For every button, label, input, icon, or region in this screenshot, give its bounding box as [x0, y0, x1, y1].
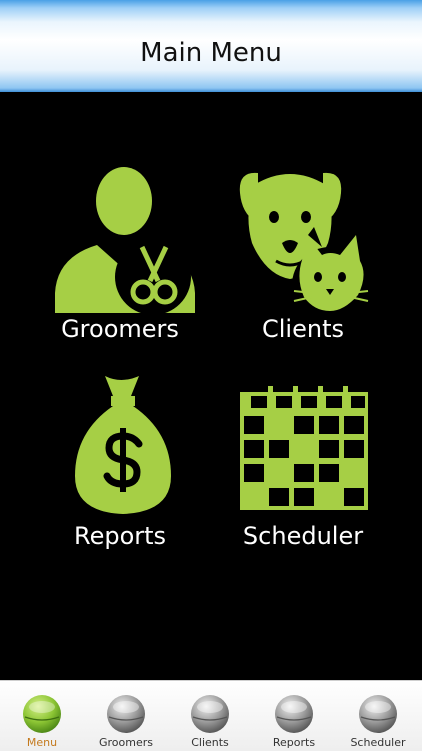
- tab-menu-label: Menu: [26, 736, 58, 749]
- ball-icon: [107, 695, 145, 733]
- header-bar: Main Menu: [0, 0, 422, 92]
- groomers-button[interactable]: Groomers: [35, 165, 205, 355]
- scheduler-button[interactable]: Scheduler: [218, 372, 388, 562]
- tab-reports-label: Reports: [272, 736, 316, 749]
- calendar-grid-icon: [240, 386, 368, 510]
- tab-clients[interactable]: Clients: [168, 681, 252, 751]
- tab-groomers[interactable]: Groomers: [84, 681, 168, 751]
- reports-button[interactable]: Reports: [35, 372, 205, 562]
- tab-clients-label: Clients: [191, 736, 229, 749]
- tab-reports[interactable]: Reports: [252, 681, 336, 751]
- tab-groomers-label: Groomers: [98, 736, 153, 749]
- groomer-scissors-icon: [55, 167, 195, 315]
- bottom-tab-bar: Menu Groomers Clients Reports Scheduler: [0, 680, 422, 751]
- money-bag-icon: [75, 376, 171, 514]
- dog-cat-icon: [239, 172, 369, 315]
- ball-icon: [191, 695, 229, 733]
- groomers-label: Groomers: [61, 315, 179, 343]
- ball-icon: [23, 695, 61, 733]
- reports-label: Reports: [73, 522, 167, 550]
- tab-scheduler[interactable]: Scheduler: [336, 681, 420, 751]
- page-title: Main Menu: [140, 38, 282, 68]
- clients-label: Clients: [262, 315, 344, 343]
- clients-button[interactable]: Clients: [218, 165, 388, 355]
- tab-scheduler-label: Scheduler: [350, 736, 406, 749]
- scheduler-label: Scheduler: [242, 522, 364, 550]
- app-screen: Main Menu Groomers Clients Reports Sched…: [0, 0, 422, 751]
- ball-icon: [275, 695, 313, 733]
- tab-menu[interactable]: Menu: [0, 681, 84, 751]
- ball-icon: [359, 695, 397, 733]
